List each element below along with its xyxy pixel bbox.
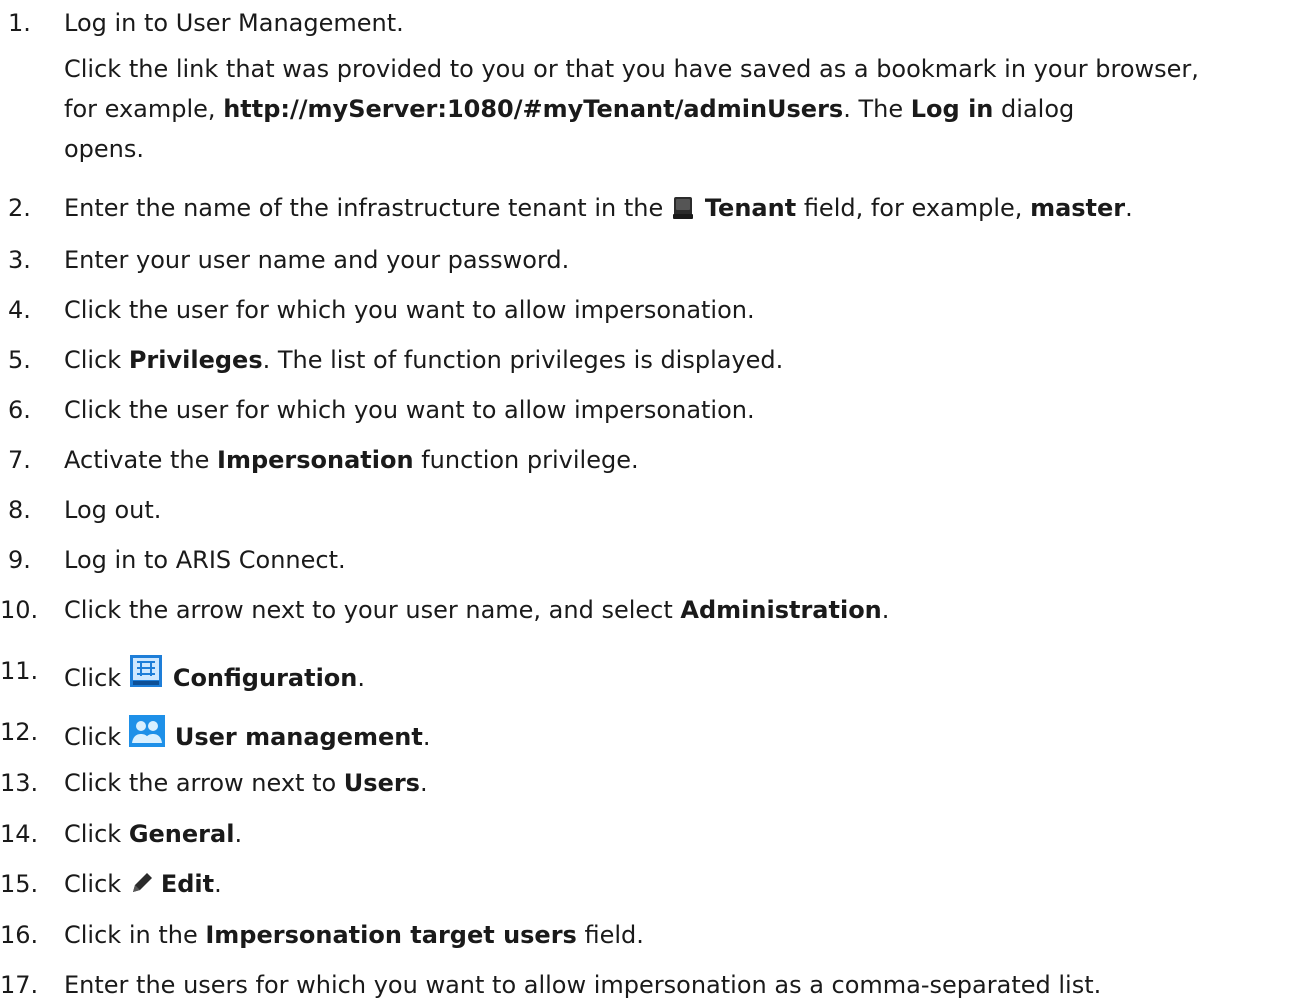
step-text: Click the user for which you want to all… [64,396,755,424]
step-number: 3. [8,246,31,274]
step-number: 13. [0,769,39,797]
step-text: Enter the name of the infrastructure ten… [64,191,1133,229]
step-text: Enter the users for which you want to al… [64,971,1102,999]
step-number: 1. [8,9,31,37]
step-text: Click the arrow next to your user name, … [64,596,890,624]
detail-line-1: Click the link that was provided to you … [64,49,1300,89]
step-number: 6. [8,396,31,424]
instruction-list: 1. Log in to User Management. Click the … [0,0,1302,1002]
detail-text: dialog [1001,95,1075,123]
step-number: 16. [0,921,39,949]
step-number: 14. [0,820,39,848]
step-number: 12. [0,718,39,746]
step-text: Log in to ARIS Connect. [64,546,346,574]
step-number: 11. [0,657,39,685]
step-number: 5. [8,346,31,374]
detail-text: . The [843,95,904,123]
detail-line-3: opens. [64,129,1300,169]
server-url: http://myServer:1080/#myTenant/adminUser… [223,95,844,123]
detail-text: opens. [64,135,145,163]
step-text: Click General. [64,820,243,848]
step-number: 17. [0,971,39,999]
step-text: Click the arrow next to Users. [64,769,428,797]
detail-line-2: for example, http://myServer:1080/#myTen… [64,89,1300,129]
step-text: Click Edit. [64,867,222,905]
step-text: Click User management. [64,715,431,756]
detail-text: Click the link that was provided to you … [64,55,1199,83]
step-number: 15. [0,870,39,898]
step-1-detail: Click the link that was provided to you … [64,49,1300,169]
step-number: 9. [8,546,31,574]
detail-text: for example, [64,95,216,123]
step-number: 2. [8,194,31,222]
step-text: Click Configuration. [64,654,365,697]
configuration-icon [129,654,163,697]
user-management-icon [128,715,165,756]
step-number: 7. [8,446,31,474]
step-text: Click in the Impersonation target users … [64,921,644,949]
step-text: Click the user for which you want to all… [64,296,755,324]
step-text: Click Privileges. The list of function p… [64,346,784,374]
step-number: 4. [8,296,31,324]
database-icon [671,195,695,229]
step-text: Activate the Impersonation function priv… [64,446,639,474]
step-text: Log in to User Management. [64,9,404,37]
step-text: Log out. [64,496,162,524]
step-number: 10. [0,596,39,624]
step-text: Enter your user name and your password. [64,246,570,274]
pencil-icon [129,870,155,905]
dialog-name: Log in [910,95,994,123]
step-number: 8. [8,496,31,524]
